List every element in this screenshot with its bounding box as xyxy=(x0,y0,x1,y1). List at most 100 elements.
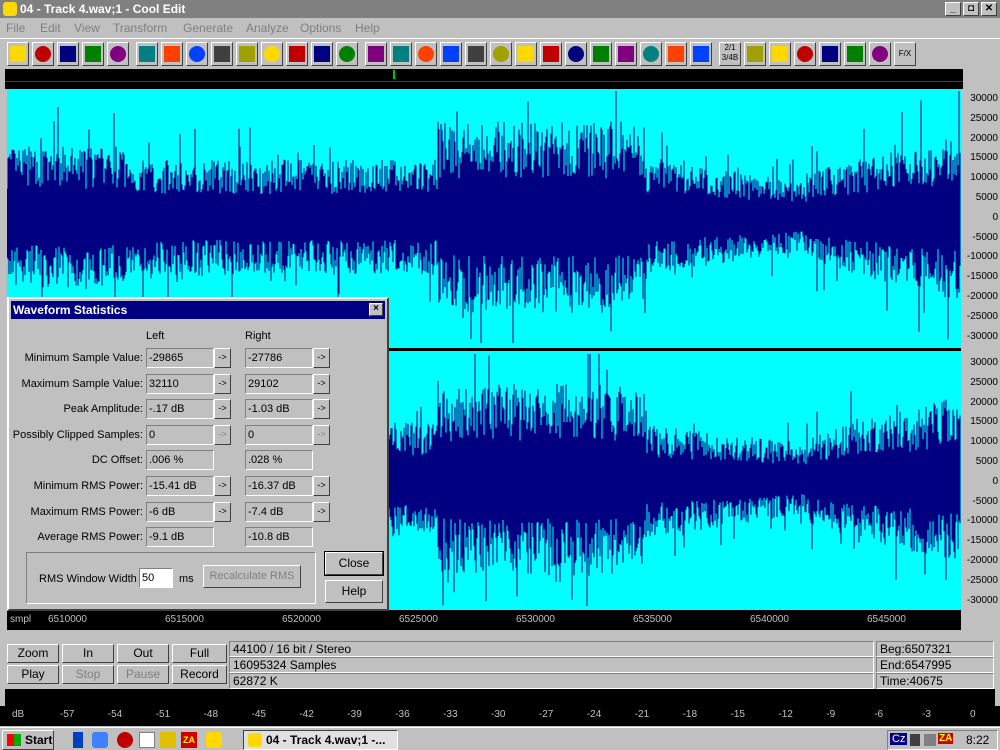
goto-right-button[interactable]: -> xyxy=(313,476,330,496)
help-button[interactable] xyxy=(744,42,766,66)
open-button[interactable] xyxy=(7,42,29,66)
goto-right-button[interactable]: -> xyxy=(313,501,330,522)
zoom-out-button[interactable]: Out xyxy=(117,644,169,663)
menu-generate[interactable]: Generate xyxy=(183,21,233,35)
close-button[interactable]: Close xyxy=(324,551,384,576)
quicklaunch-icon-4[interactable] xyxy=(139,732,155,748)
db-tick: -24 xyxy=(586,709,602,720)
quicklaunch-icon-3[interactable] xyxy=(117,732,133,748)
dialog-close-icon[interactable]: × xyxy=(369,303,383,316)
save-selection-button[interactable] xyxy=(82,42,104,66)
zoom-in-button[interactable]: In xyxy=(62,644,114,663)
menu-edit[interactable]: Edit xyxy=(40,21,61,35)
fx-button[interactable]: F/X xyxy=(894,42,916,66)
db-tick: -9 xyxy=(826,709,836,720)
folder-button[interactable] xyxy=(32,42,54,66)
scroll-button[interactable] xyxy=(819,42,841,66)
pitch-button[interactable] xyxy=(490,42,512,66)
save-button[interactable] xyxy=(57,42,79,66)
stat-left-value: -6 dB xyxy=(146,501,214,522)
y_axis_top-tick: 15000 xyxy=(970,152,998,164)
record-icon xyxy=(239,46,255,62)
crossfade-button[interactable] xyxy=(615,42,637,66)
wave-button[interactable] xyxy=(565,42,587,66)
quicklaunch-icon-2[interactable] xyxy=(92,732,108,748)
envelope-button[interactable] xyxy=(311,42,333,66)
time-ratio-button[interactable]: 2/1 3/4B xyxy=(719,42,741,66)
pause-button[interactable]: Pause xyxy=(117,665,169,684)
clip-button[interactable] xyxy=(665,42,687,66)
goto-right-button[interactable]: -> xyxy=(313,399,330,420)
dc-button[interactable] xyxy=(690,42,712,66)
refresh-button[interactable] xyxy=(769,42,791,66)
scan-button[interactable] xyxy=(844,42,866,66)
flanger-button[interactable] xyxy=(465,42,487,66)
sample-axis-unit: smpl xyxy=(10,614,32,625)
menu-transform[interactable]: Transform xyxy=(113,21,167,35)
goto-left-button[interactable]: -> xyxy=(214,424,231,445)
stretch-button[interactable] xyxy=(590,42,612,66)
menu-view[interactable]: View xyxy=(74,21,100,35)
rms-window-input[interactable]: 50 xyxy=(139,568,173,588)
tray-zonealarm-icon[interactable]: ZA xyxy=(938,733,954,744)
quicklaunch-icon-5[interactable] xyxy=(160,732,176,748)
spectrum-button[interactable] xyxy=(515,42,537,66)
menu-options[interactable]: Options xyxy=(300,21,341,35)
restore-button[interactable]: ◘ xyxy=(963,2,979,16)
record-button[interactable] xyxy=(236,42,258,66)
goto-left-button[interactable]: -> xyxy=(214,373,231,394)
y_axis_top-tick: -15000 xyxy=(966,271,998,283)
menu-file[interactable]: File xyxy=(6,21,25,35)
silence-button[interactable] xyxy=(286,42,308,66)
db-tick: -3 xyxy=(922,709,931,720)
goto-right-button[interactable]: -> xyxy=(313,373,330,394)
filter-button[interactable] xyxy=(415,42,437,66)
goto-right-button[interactable]: -> xyxy=(313,348,330,368)
y_axis_bottom-tick: 30000 xyxy=(970,357,998,368)
import-button[interactable] xyxy=(261,42,283,66)
goto-left-button[interactable]: -> xyxy=(214,476,231,496)
clock: 8:22 xyxy=(966,733,990,747)
speaker-icon[interactable] xyxy=(910,734,920,746)
y_axis_bottom-tick: -10000 xyxy=(966,515,998,527)
stop-bar-button[interactable] xyxy=(161,42,183,66)
loop-button[interactable] xyxy=(186,42,208,66)
noise-button[interactable] xyxy=(365,42,387,66)
close-window-button[interactable]: ✕ xyxy=(981,2,997,16)
echo-button[interactable] xyxy=(440,42,462,66)
task-cool-edit[interactable]: 04 - Track 4.wav;1 -... xyxy=(243,730,398,750)
goto-left-button[interactable]: -> xyxy=(214,399,231,420)
info-button[interactable] xyxy=(869,42,891,66)
reverb-button[interactable] xyxy=(336,42,358,66)
minimize-button[interactable]: _ xyxy=(945,2,961,16)
recalculate-rms-button[interactable]: Recalculate RMS xyxy=(203,565,301,588)
graph-button[interactable] xyxy=(640,42,662,66)
play-button[interactable]: Play xyxy=(7,665,59,684)
tray-icon[interactable] xyxy=(924,734,936,746)
overview-bar[interactable] xyxy=(5,69,963,81)
help-icon xyxy=(747,46,763,62)
headphones-button[interactable] xyxy=(107,42,129,66)
compressor-button[interactable] xyxy=(390,42,412,66)
language-indicator[interactable]: Cz xyxy=(890,733,908,745)
quicklaunch-icon-1[interactable] xyxy=(73,732,83,748)
menu-help[interactable]: Help xyxy=(355,21,380,35)
menu-analyze[interactable]: Analyze xyxy=(246,21,289,35)
zoom-button[interactable]: Zoom xyxy=(7,644,59,663)
meter-button[interactable] xyxy=(794,42,816,66)
start-button[interactable]: Start xyxy=(2,730,54,750)
goto-left-button[interactable]: -> xyxy=(214,501,231,522)
goto-left-button[interactable]: -> xyxy=(214,348,231,368)
help-button[interactable]: Help xyxy=(325,580,383,603)
rewind-button[interactable] xyxy=(136,42,158,66)
stretch-icon xyxy=(593,46,609,62)
quicklaunch-icon-7[interactable] xyxy=(206,732,222,748)
record-button[interactable]: Record xyxy=(172,665,227,684)
y_axis_bottom-tick: 5000 xyxy=(975,456,998,467)
delay-button[interactable] xyxy=(540,42,562,66)
zoom-full-button[interactable]: Full xyxy=(172,644,227,663)
note-button[interactable] xyxy=(211,42,233,66)
zonealarm-icon[interactable]: ZA xyxy=(181,732,197,748)
stop-button[interactable]: Stop xyxy=(62,665,114,684)
goto-right-button[interactable]: -> xyxy=(313,424,330,445)
